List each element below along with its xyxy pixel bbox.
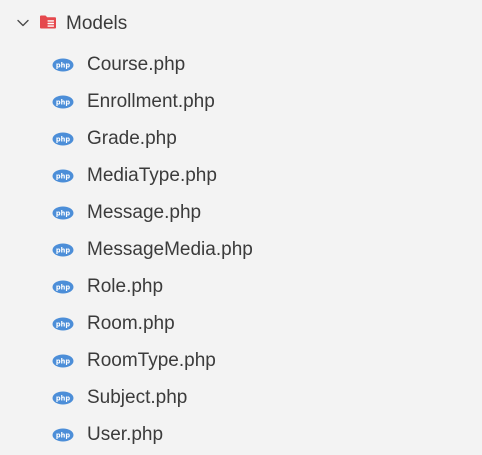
chevron-down-icon[interactable] <box>15 15 31 31</box>
php-icon: php <box>52 95 74 109</box>
file-label: Subject.php <box>87 387 188 408</box>
file-item-role[interactable]: php Role.php <box>0 270 482 307</box>
file-item-user[interactable]: php User.php <box>0 418 482 455</box>
file-item-message[interactable]: php Message.php <box>0 196 482 233</box>
php-icon: php <box>52 169 74 183</box>
file-explorer: Models php Course.php php Enrollment.php… <box>0 0 482 445</box>
php-icon: php <box>52 132 74 146</box>
file-label: User.php <box>87 424 164 445</box>
folder-label: Models <box>66 13 128 34</box>
file-item-mediatype[interactable]: php MediaType.php <box>0 159 482 196</box>
file-list: php Course.php php Enrollment.php php Gr… <box>0 48 482 455</box>
file-label: RoomType.php <box>87 350 216 371</box>
svg-text:php: php <box>56 432 70 440</box>
file-label: Grade.php <box>87 128 177 149</box>
file-label: Course.php <box>87 54 186 75</box>
svg-text:php: php <box>56 358 70 366</box>
php-icon: php <box>52 280 74 294</box>
file-item-grade[interactable]: php Grade.php <box>0 122 482 159</box>
svg-text:php: php <box>56 247 70 255</box>
file-label: Room.php <box>87 313 175 334</box>
file-item-messagemedia[interactable]: php MessageMedia.php <box>0 233 482 270</box>
php-icon: php <box>52 354 74 368</box>
file-label: MediaType.php <box>87 165 217 186</box>
file-item-roomtype[interactable]: php RoomType.php <box>0 344 482 381</box>
file-label: MessageMedia.php <box>87 239 253 260</box>
php-icon: php <box>52 428 74 442</box>
file-item-room[interactable]: php Room.php <box>0 307 482 344</box>
svg-text:php: php <box>56 173 70 181</box>
file-item-enrollment[interactable]: php Enrollment.php <box>0 85 482 122</box>
folder-row-models[interactable]: Models <box>0 6 482 42</box>
file-label: Message.php <box>87 202 202 223</box>
file-label: Enrollment.php <box>87 91 215 112</box>
svg-text:php: php <box>56 284 70 292</box>
php-icon: php <box>52 206 74 220</box>
php-icon: php <box>52 58 74 72</box>
php-icon: php <box>52 243 74 257</box>
svg-text:php: php <box>56 210 70 218</box>
svg-text:php: php <box>56 136 70 144</box>
php-icon: php <box>52 317 74 331</box>
php-icon: php <box>52 391 74 405</box>
folder-open-icon <box>40 15 56 29</box>
svg-text:php: php <box>56 321 70 329</box>
file-item-subject[interactable]: php Subject.php <box>0 381 482 418</box>
svg-text:php: php <box>56 99 70 107</box>
svg-text:php: php <box>56 395 70 403</box>
file-label: Role.php <box>87 276 164 297</box>
svg-text:php: php <box>56 62 70 70</box>
file-item-course[interactable]: php Course.php <box>0 48 482 85</box>
